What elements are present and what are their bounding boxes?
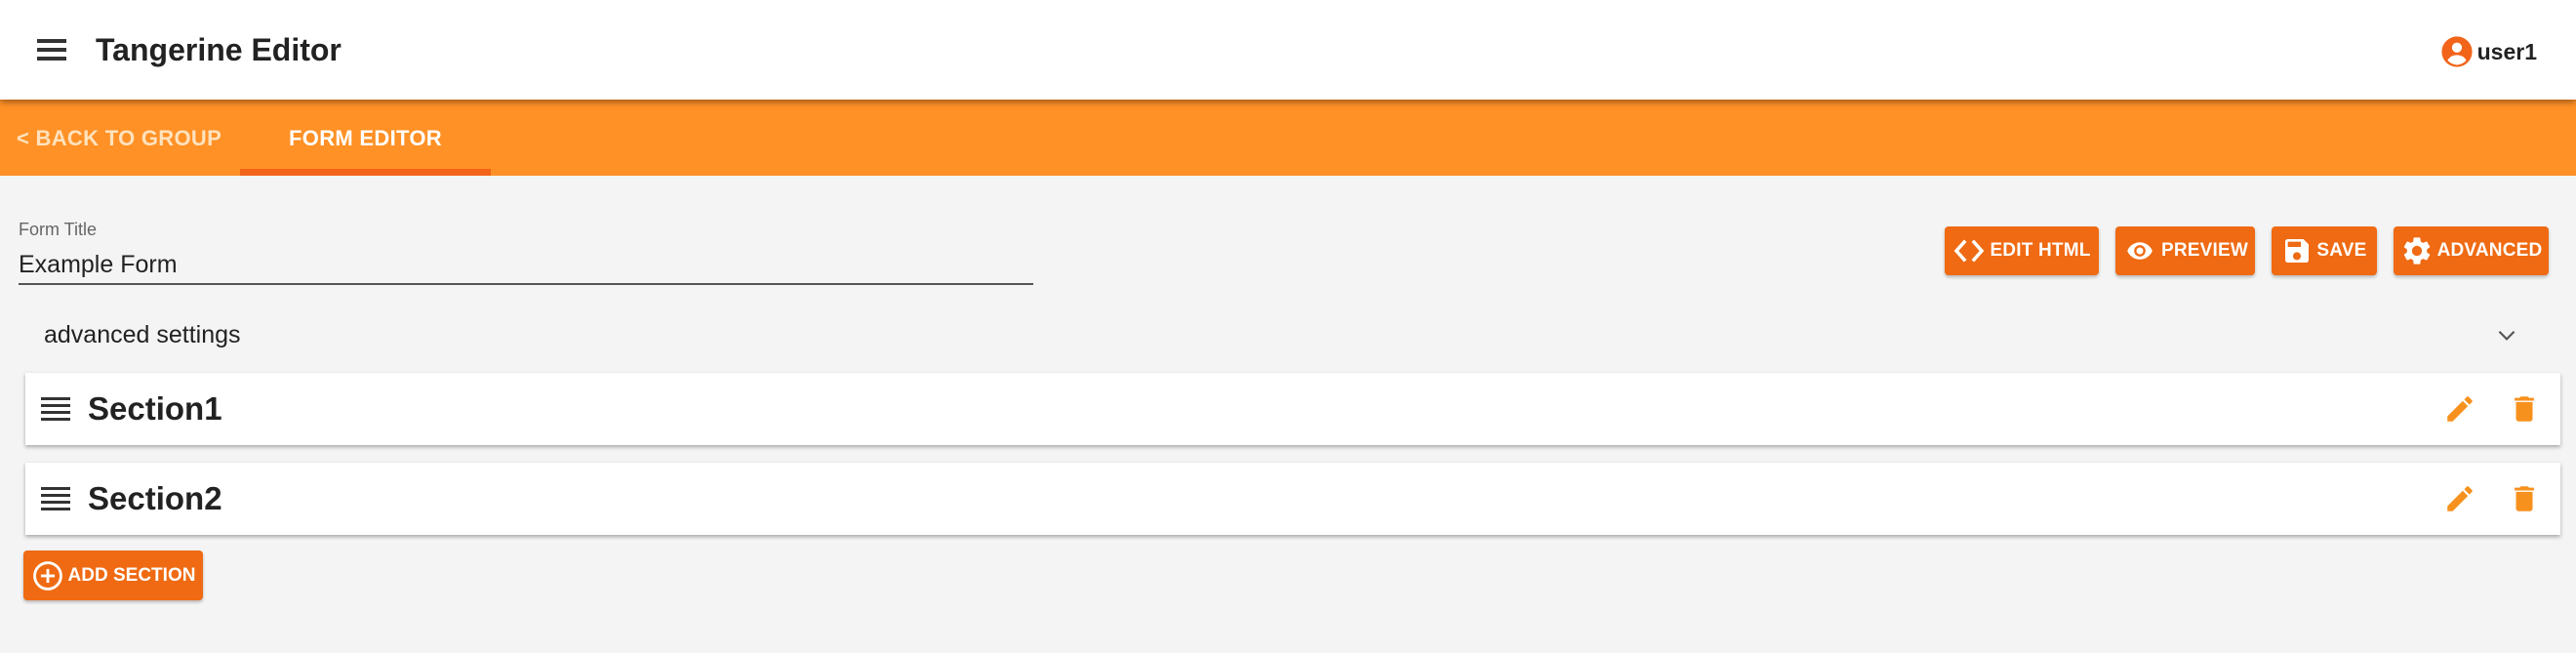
chevron-down-icon bbox=[2498, 330, 2516, 341]
eye-icon bbox=[2127, 242, 2153, 260]
advanced-label: ADVANCED bbox=[2436, 240, 2543, 261]
save-icon bbox=[2285, 239, 2310, 263]
app-title: Tangerine Editor bbox=[96, 32, 342, 67]
add-section-label: ADD SECTION bbox=[67, 564, 196, 586]
save-button[interactable]: SAVE bbox=[2272, 226, 2377, 275]
advanced-settings-expander[interactable]: advanced settings bbox=[25, 303, 2562, 367]
preview-button[interactable]: PREVIEW bbox=[2115, 226, 2255, 275]
menu-icon[interactable] bbox=[29, 29, 72, 72]
preview-label: PREVIEW bbox=[2160, 240, 2249, 261]
pencil-icon[interactable] bbox=[2443, 392, 2476, 426]
code-icon bbox=[1954, 239, 1985, 263]
tab-form-editor[interactable]: FORM EDITOR bbox=[240, 100, 491, 176]
app-toolbar: Tangerine Editor user1 bbox=[0, 0, 2576, 100]
add-circle-icon bbox=[32, 560, 62, 591]
gear-icon bbox=[2403, 237, 2430, 265]
advanced-settings-label: advanced settings bbox=[44, 321, 241, 348]
trash-icon[interactable] bbox=[2508, 482, 2541, 515]
section-card: Section2 bbox=[25, 463, 2560, 535]
tab-back-to-group[interactable]: < BACK TO GROUP bbox=[17, 126, 221, 151]
drag-handle-icon[interactable] bbox=[41, 487, 70, 514]
tab-form-editor-label: FORM EDITOR bbox=[289, 126, 442, 150]
section-title: Section1 bbox=[88, 390, 222, 427]
trash-icon[interactable] bbox=[2508, 392, 2541, 426]
save-label: SAVE bbox=[2316, 240, 2367, 261]
form-title-label: Form Title bbox=[19, 220, 98, 239]
edit-html-label: EDIT HTML bbox=[1990, 240, 2091, 261]
form-title-input[interactable] bbox=[19, 246, 1033, 285]
user-menu[interactable]: user1 bbox=[2440, 34, 2537, 69]
username: user1 bbox=[2476, 38, 2537, 64]
active-tab-indicator bbox=[240, 169, 491, 176]
add-section-button[interactable]: ADD SECTION bbox=[23, 551, 203, 600]
pencil-icon[interactable] bbox=[2443, 482, 2476, 515]
drag-handle-icon[interactable] bbox=[41, 397, 70, 425]
section-card: Section1 bbox=[25, 373, 2560, 445]
edit-html-button[interactable]: EDIT HTML bbox=[1945, 226, 2099, 275]
section-title: Section2 bbox=[88, 480, 222, 516]
tab-bar: < BACK TO GROUP FORM EDITOR bbox=[0, 100, 2576, 176]
account-circle-icon bbox=[2441, 36, 2473, 67]
advanced-button[interactable]: ADVANCED bbox=[2394, 226, 2549, 275]
